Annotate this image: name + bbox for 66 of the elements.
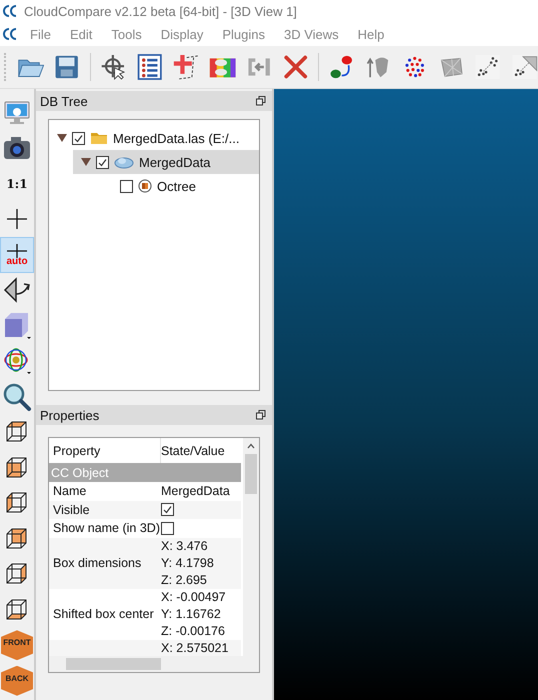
property-name: Visible [52, 502, 91, 517]
cloud-icon [114, 155, 134, 169]
expanded-arrow-icon[interactable] [81, 157, 91, 167]
property-name: Show name (in 3D) [52, 521, 161, 536]
translate-rotate-icon[interactable] [172, 52, 200, 82]
cube-view-icon [5, 562, 29, 586]
cube-view-icon [5, 526, 29, 551]
property-name: Name [52, 484, 88, 498]
property-value: MergedData [161, 482, 230, 500]
view-cube-button[interactable]: BACK [0, 663, 34, 698]
orbit-sphere-icon [2, 346, 32, 376]
cube-view-icon [5, 491, 29, 516]
panel-title: DB Tree [40, 94, 88, 108]
one-to-one-button[interactable]: 1:1 [0, 166, 34, 202]
point-picking-icon[interactable] [100, 52, 128, 82]
tree-item[interactable]: MergedData.las (E:/... [49, 126, 259, 150]
property-name: Box dimensions [52, 556, 142, 570]
cube-icon [2, 310, 32, 341]
folder-icon [90, 130, 108, 146]
3d-view[interactable] [274, 89, 538, 700]
menu-item[interactable]: Display [150, 26, 212, 42]
search-icon [2, 382, 32, 412]
checkbox[interactable] [72, 132, 85, 144]
panel-title: Properties [40, 408, 100, 422]
property-value: X: -0.00497 Y: 1.16762 Z: -0.00176 [161, 588, 226, 640]
property-value: X: 3.476 Y: 4.1798 Z: 2.695 [161, 538, 214, 588]
checkbox[interactable] [96, 156, 109, 168]
cube-view-icon [5, 598, 29, 622]
section-header: CC Object [49, 463, 241, 482]
menu-item[interactable]: Edit [60, 26, 102, 42]
tree-item[interactable]: Octree [97, 174, 259, 198]
view-cube-button[interactable]: FRONT [0, 628, 34, 663]
menu-item[interactable]: Tools [101, 26, 151, 42]
property-name: Shifted box center [52, 607, 155, 621]
cube-view-icon [5, 456, 29, 480]
checkbox[interactable] [161, 522, 174, 535]
property-value: X: 2.575021 [161, 640, 228, 658]
menu-item[interactable]: File [20, 26, 60, 42]
auto-pivot-button[interactable]: auto [0, 237, 34, 272]
list-icon[interactable] [136, 52, 164, 82]
menu-item[interactable]: Help [348, 26, 394, 42]
tree-item[interactable]: MergedData [73, 150, 259, 174]
window-title: CloudCompare v2.12 beta [64-bit] - [3D View 1] [24, 4, 297, 18]
horizontal-scrollbar[interactable] [49, 656, 259, 672]
checkbox[interactable] [161, 503, 174, 516]
crosshair-icon [6, 208, 28, 230]
tree-item-label: Octree [157, 178, 196, 194]
crosshair-icon [6, 242, 28, 259]
menu-item[interactable]: Plugins [212, 26, 274, 42]
float-icon[interactable] [256, 96, 266, 106]
scrollbar-thumb[interactable] [66, 658, 161, 670]
column-header[interactable]: State/Value [161, 438, 241, 463]
vertical-scrollbar[interactable] [243, 438, 259, 656]
scrollbar-thumb[interactable] [245, 454, 257, 494]
expanded-arrow-icon[interactable] [57, 133, 67, 143]
cube-view-icon [5, 420, 29, 444]
tree-item-label: MergedData [139, 154, 211, 170]
octree-icon [138, 179, 152, 193]
tree-item-label: MergedData.las (E:/... [113, 130, 240, 146]
menu-item[interactable]: 3D Views [274, 26, 348, 42]
camera-icon [3, 136, 31, 160]
monitor-icon [3, 100, 31, 126]
rotate-view-icon [2, 276, 32, 304]
float-icon[interactable] [256, 410, 266, 420]
checkbox[interactable] [120, 180, 133, 192]
scroll-up-icon[interactable] [247, 443, 255, 449]
